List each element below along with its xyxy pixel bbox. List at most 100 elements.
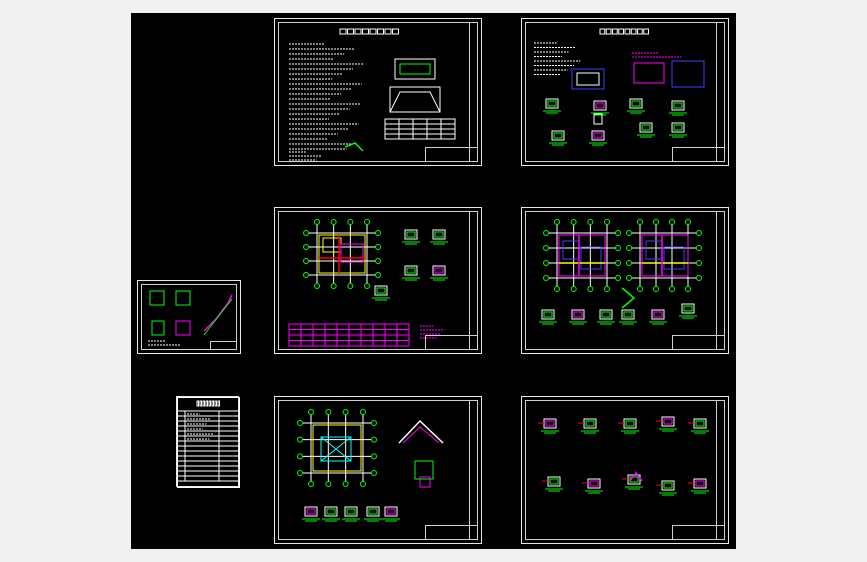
detail-rebar	[545, 420, 555, 427]
stair-section	[175, 290, 191, 306]
sheet-heading	[347, 28, 354, 35]
grid-bubble	[587, 286, 594, 292]
grid-bubble	[325, 409, 332, 415]
roof-plan-drawing	[297, 409, 444, 522]
drawing-sheet-stair-details[interactable]	[137, 280, 241, 354]
sheet-heading	[369, 28, 377, 35]
grid-bubble	[604, 219, 610, 225]
detail-rebar	[553, 132, 563, 139]
detail-inner	[576, 72, 600, 86]
grid-bubble	[297, 436, 303, 443]
grid-bubble	[554, 219, 560, 225]
index-heading	[205, 400, 208, 407]
index-heading	[202, 400, 205, 407]
grid-bubble	[330, 283, 337, 289]
detail-rebar	[434, 267, 444, 274]
sheet-heading	[354, 28, 362, 35]
section-rebar	[399, 63, 431, 75]
detail-rebar	[589, 480, 599, 487]
sheet-heading	[630, 28, 637, 35]
detail-rebar	[573, 311, 583, 318]
detail-rebar	[695, 420, 705, 427]
detail-rebar	[625, 420, 635, 427]
grid-bubble	[626, 230, 632, 236]
index-heading	[214, 400, 217, 407]
grid-bubble	[615, 275, 621, 281]
grid-bubble	[375, 244, 381, 250]
floor-slab	[645, 240, 663, 260]
drawing-sheet-roof-plan[interactable]	[274, 396, 482, 544]
grid-bubble	[364, 283, 370, 289]
sheet-heading	[637, 28, 643, 35]
drawing-sheet-drawing-index[interactable]	[176, 396, 240, 488]
grid-bubble	[696, 230, 702, 236]
grid-bubble	[696, 245, 702, 251]
grid-bubble	[685, 286, 691, 292]
grid-bubble	[543, 230, 549, 236]
grid-bubble	[615, 230, 621, 236]
grid-bubble	[626, 245, 632, 251]
detail-rebar	[406, 231, 416, 238]
grid-bubble	[371, 470, 377, 476]
sheet-heading	[599, 28, 606, 35]
sheet-heading	[624, 28, 631, 35]
grid-bubble	[669, 286, 675, 292]
sheet-heading	[362, 28, 369, 35]
notes-1-drawing	[289, 28, 456, 161]
grid-bubble	[325, 481, 332, 487]
drawing-sheet-floor-plans[interactable]	[521, 207, 729, 354]
index-heading	[217, 400, 220, 407]
foundation-beam	[318, 234, 366, 274]
grid-bubble	[375, 230, 381, 236]
detail-rebar	[406, 267, 416, 274]
node-details-drawing	[538, 416, 709, 496]
sheet-heading	[384, 28, 392, 35]
detail-rebar	[547, 100, 557, 107]
grid-bubble	[570, 286, 577, 292]
grid-bubble	[615, 260, 621, 266]
detail-rebar	[683, 305, 693, 312]
drawing-sheet-foundation-plan[interactable]	[274, 207, 482, 354]
grid-bubble	[653, 219, 659, 225]
grid-bubble	[371, 420, 377, 426]
floor-plans-drawing	[539, 219, 702, 325]
detail-rebar	[673, 102, 683, 109]
grid-bubble	[297, 453, 303, 460]
detail-rebar	[346, 508, 356, 515]
detail-box	[671, 60, 705, 88]
grid-bubble	[297, 420, 303, 426]
detail-rebar	[641, 124, 651, 131]
stair-section	[175, 320, 191, 336]
index-heading	[196, 400, 199, 407]
detail-rebar	[695, 480, 705, 487]
grid-bubble	[308, 409, 314, 415]
detail-rebar	[623, 311, 633, 318]
grid-bubble	[696, 275, 702, 281]
grid-bubble	[303, 258, 309, 264]
grid-bubble	[360, 481, 366, 487]
grid-bubble	[371, 436, 377, 443]
grid-bubble	[375, 258, 381, 264]
grid-bubble	[615, 245, 621, 251]
grid-bubble	[375, 272, 381, 278]
detail-rebar	[663, 482, 673, 489]
detail-rebar	[326, 508, 336, 515]
drawing-sheet-notes-1[interactable]	[274, 18, 482, 166]
footing-section	[389, 86, 441, 113]
detail-rebar	[434, 231, 444, 238]
grid-bubble	[371, 453, 377, 460]
drawing-sheet-notes-2[interactable]	[521, 18, 729, 166]
grid-bubble	[303, 272, 309, 278]
grid-bubble	[669, 219, 675, 225]
detail-rebar	[368, 508, 378, 515]
drawing-sheet-node-details[interactable]	[521, 396, 729, 544]
grid-bubble	[587, 219, 594, 225]
sheet-heading	[643, 28, 649, 35]
grid-bubble	[297, 470, 303, 476]
stair-profile	[203, 294, 233, 332]
detail-rebar	[663, 418, 673, 425]
sheet-heading	[339, 28, 347, 35]
model-space-viewport[interactable]	[131, 13, 736, 549]
sheet-heading	[377, 28, 384, 35]
grid-bubble	[303, 230, 309, 236]
